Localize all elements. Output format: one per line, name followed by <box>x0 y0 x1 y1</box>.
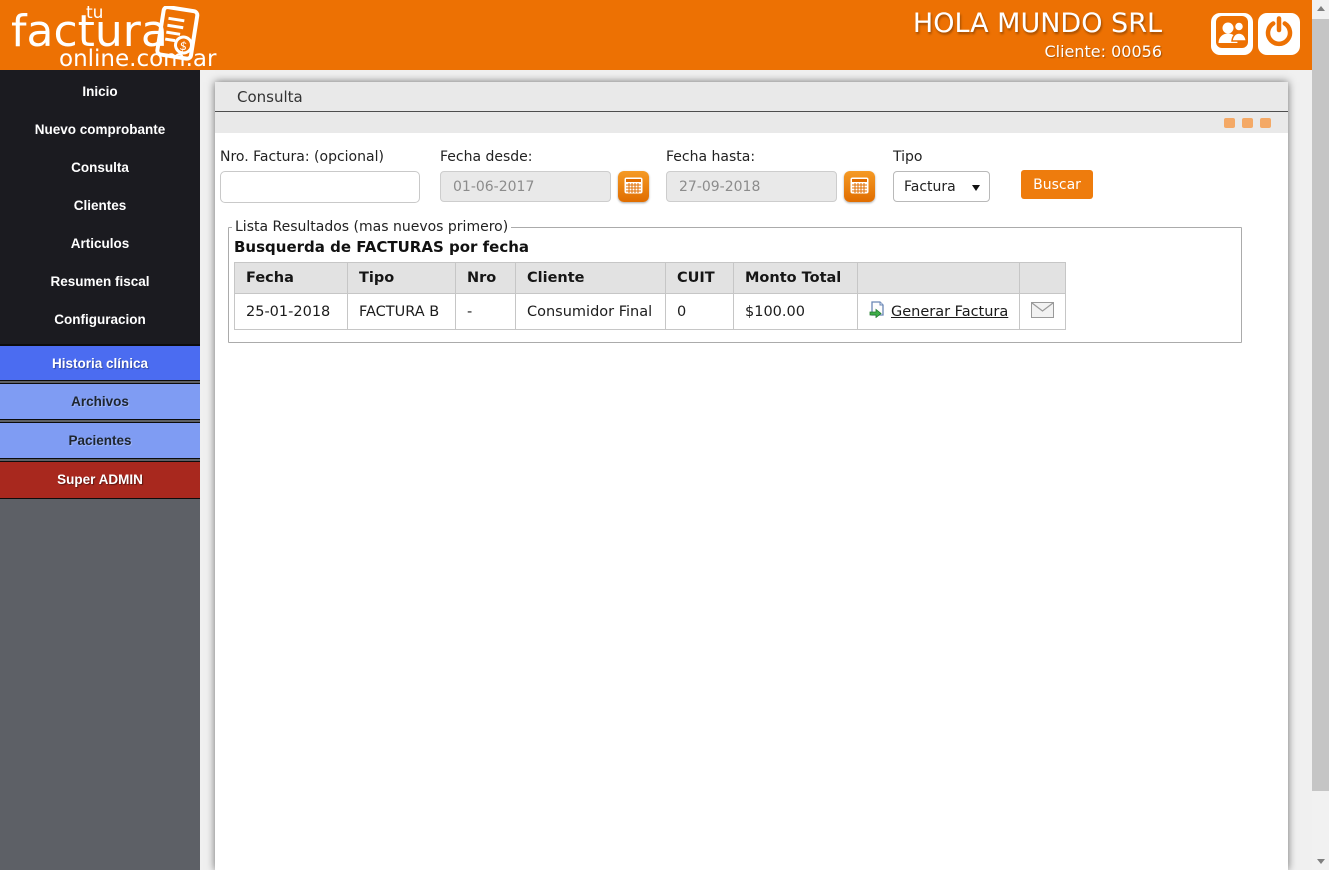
sidebar-item-configuracion[interactable]: Configuracion <box>0 301 200 339</box>
document-new-icon <box>869 301 886 322</box>
buscar-button[interactable]: Buscar <box>1021 170 1093 199</box>
chevron-down-icon <box>972 185 980 191</box>
arrow-up-icon <box>1316 6 1325 11</box>
col-header-actions <box>856 262 1021 294</box>
scrollbar-thumb[interactable] <box>1312 19 1329 791</box>
users-icon <box>1215 15 1249 53</box>
scroll-down-button[interactable] <box>1312 853 1329 870</box>
main-panel: Consulta Nro. Factura: (opcional) Fecha … <box>215 82 1288 870</box>
generar-factura-link[interactable]: Generar Factura <box>869 301 1008 322</box>
cell-tipo: FACTURA B <box>347 293 456 330</box>
sidebar-item-consulta[interactable]: Consulta <box>0 149 200 187</box>
sidebar-item-inicio[interactable]: Inicio <box>0 73 200 111</box>
power-icon <box>1263 16 1295 52</box>
logo-domain-text: online.com.ar <box>59 46 217 72</box>
sidebar-module-super-admin[interactable]: Super ADMIN <box>0 461 200 499</box>
sidebar-item-resumen-fiscal[interactable]: Resumen fiscal <box>0 263 200 301</box>
logout-button[interactable] <box>1258 13 1300 55</box>
send-email-button[interactable] <box>1031 301 1055 318</box>
window-square-icon <box>1260 117 1271 128</box>
search-form: Nro. Factura: (opcional) Fecha desde: 01… <box>220 149 1288 203</box>
calendar-icon <box>624 177 643 197</box>
logo[interactable]: tu factura $ online.com.ar <box>6 2 276 72</box>
results-table: Fecha Tipo Nro Cliente CUIT Monto Total … <box>234 262 1067 330</box>
cell-actions: Generar Factura <box>856 293 1021 330</box>
sidebar-module-historia-clinica[interactable]: Historia clínica <box>0 344 200 381</box>
app-header: tu factura $ online.com.ar HOLA MUNDO SR… <box>0 0 1312 72</box>
col-header-tipo: Tipo <box>347 262 456 294</box>
panel-toolbar <box>215 112 1288 133</box>
col-header-fecha: Fecha <box>234 262 348 294</box>
fecha-hasta-input[interactable] <box>666 171 837 202</box>
users-button[interactable] <box>1211 13 1253 55</box>
results-fieldset: Lista Resultados (mas nuevos primero) Bu… <box>228 219 1242 343</box>
tipo-selected-value: Factura <box>904 178 956 195</box>
arrow-down-icon <box>1316 859 1325 864</box>
calendar-icon <box>850 177 869 197</box>
sidebar: Inicio Nuevo comprobante Consulta Client… <box>0 70 200 870</box>
col-header-monto-total: Monto Total <box>733 262 858 294</box>
envelope-icon <box>1031 301 1055 322</box>
tipo-select[interactable]: Factura <box>893 171 990 202</box>
client-number: Cliente: 00056 <box>1044 42 1162 61</box>
col-header-cliente: Cliente <box>515 262 666 294</box>
cell-fecha: 25-01-2018 <box>234 293 348 330</box>
tipo-label: Tipo <box>893 149 923 165</box>
cell-nro: - <box>455 293 516 330</box>
fecha-desde-input[interactable] <box>440 171 611 202</box>
window-square-icon <box>1242 117 1253 128</box>
sidebar-item-articulos[interactable]: Articulos <box>0 225 200 263</box>
col-header-mail <box>1019 262 1067 294</box>
vertical-scrollbar[interactable] <box>1312 0 1329 870</box>
cell-monto: $100.00 <box>733 293 858 330</box>
col-header-nro: Nro <box>455 262 516 294</box>
nro-factura-label: Nro. Factura: (opcional) <box>220 149 384 165</box>
cell-mail <box>1019 293 1067 330</box>
fecha-hasta-label: Fecha hasta: <box>666 149 756 165</box>
page-title: Consulta <box>215 82 1288 112</box>
sidebar-main-nav: Inicio Nuevo comprobante Consulta Client… <box>0 70 200 344</box>
results-heading: Busquerda de FACTURAS por fecha <box>234 238 530 256</box>
fecha-desde-label: Fecha desde: <box>440 149 533 165</box>
window-square-icon <box>1224 117 1235 128</box>
cell-cliente: Consumidor Final <box>515 293 666 330</box>
col-header-cuit: CUIT <box>665 262 734 294</box>
sidebar-item-clientes[interactable]: Clientes <box>0 187 200 225</box>
generar-factura-label: Generar Factura <box>891 303 1009 320</box>
company-name: HOLA MUNDO SRL <box>912 8 1162 39</box>
fecha-desde-calendar-button[interactable] <box>618 171 649 202</box>
nro-factura-input[interactable] <box>220 171 420 203</box>
cell-cuit: 0 <box>665 293 734 330</box>
table-header-row: Fecha Tipo Nro Cliente CUIT Monto Total <box>234 262 1067 294</box>
scroll-up-button[interactable] <box>1312 0 1329 17</box>
sidebar-module-archivos[interactable]: Archivos <box>0 383 200 420</box>
sidebar-module-pacientes[interactable]: Pacientes <box>0 422 200 459</box>
fecha-hasta-calendar-button[interactable] <box>844 171 875 202</box>
sidebar-item-nuevo-comprobante[interactable]: Nuevo comprobante <box>0 111 200 149</box>
results-legend: Lista Resultados (mas nuevos primero) <box>235 219 509 235</box>
table-row: 25-01-2018 FACTURA B - Consumidor Final … <box>234 293 1067 330</box>
